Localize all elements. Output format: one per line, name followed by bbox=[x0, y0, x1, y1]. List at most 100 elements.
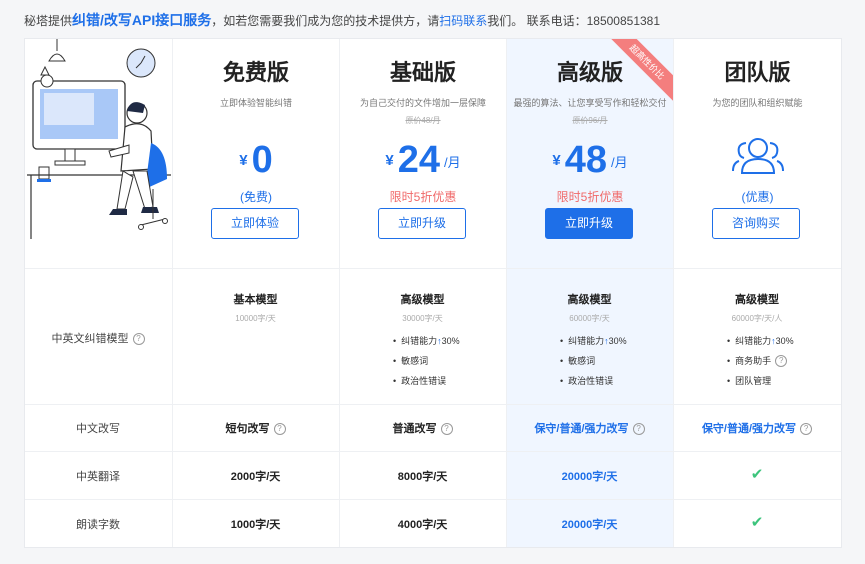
rewrite-text: 保守/普通/强力改写 bbox=[701, 423, 797, 435]
feature-text: 敏感词 bbox=[568, 356, 596, 366]
translate-value: 8000字/天 bbox=[397, 471, 448, 483]
feature-text: 团队管理 bbox=[735, 376, 772, 386]
cell-model-team: 高级模型 60000字/天/人 纠错能力↑30% 商务助手? 团队管理 bbox=[673, 268, 841, 404]
scan-contact-link[interactable]: 扫码联系 bbox=[439, 14, 487, 28]
model-quota: 60000字/天 bbox=[569, 314, 610, 323]
plan-desc: 为自己交付的文件增加一层保障 bbox=[359, 98, 486, 108]
model-name: 高级模型 bbox=[567, 294, 612, 306]
notice-highlight: 纠错/改写API接口服务 bbox=[72, 12, 212, 28]
discount-note: 限时5折优惠 bbox=[556, 190, 624, 204]
plan-title: 免费版 bbox=[222, 60, 289, 85]
cell-model-free: 基本模型 10000字/天 bbox=[172, 268, 339, 404]
help-icon[interactable]: ? bbox=[132, 333, 145, 345]
price-value: 48 bbox=[564, 139, 607, 181]
team-icon bbox=[732, 138, 784, 174]
plan-price: ¥0 bbox=[173, 139, 339, 182]
feature-item: 纠错能力↑30% bbox=[393, 334, 460, 347]
row-divider bbox=[25, 499, 841, 500]
plan-note: (优惠) bbox=[741, 190, 774, 204]
read-value: 1000字/天 bbox=[230, 519, 281, 531]
rewrite-value: 短句改写? bbox=[172, 420, 339, 436]
feature-boost: 30% bbox=[441, 336, 460, 346]
feature-item: 政治性错误 bbox=[393, 374, 446, 387]
plan-title: 高级版 bbox=[556, 60, 623, 85]
feature-item: 纠错能力↑30% bbox=[727, 334, 794, 347]
currency-symbol: ¥ bbox=[385, 152, 394, 169]
upgrade-basic-button[interactable]: 立即升级 bbox=[378, 208, 466, 239]
feature-text: 商务助手 bbox=[735, 356, 772, 366]
price-value: 24 bbox=[397, 139, 440, 181]
row-label-translate: 中英翻译 bbox=[76, 471, 120, 483]
row-label-rewrite: 中文改写 bbox=[76, 423, 120, 435]
plan-note: (免费) bbox=[240, 190, 272, 204]
model-name: 高级模型 bbox=[400, 294, 445, 306]
plan-price: ¥24/月 bbox=[340, 139, 506, 182]
model-quota: 10000字/天 bbox=[235, 314, 276, 323]
feature-boost: 30% bbox=[608, 336, 627, 346]
rewrite-text: 短句改写 bbox=[225, 423, 270, 435]
feature-item: 纠错能力↑30% bbox=[560, 334, 627, 347]
row-divider bbox=[25, 404, 841, 405]
read-value: 20000字/天 bbox=[561, 519, 618, 531]
feature-text: 纠错能力 bbox=[568, 336, 605, 346]
upgrade-advanced-button[interactable]: 立即升级 bbox=[545, 208, 633, 239]
translate-value: 2000字/天 bbox=[230, 471, 281, 483]
pricing-table: 免费版 立即体验智能纠错 ¥0 (免费) 立即体验 基础版 为自己交付的文件增加… bbox=[24, 38, 842, 548]
help-icon[interactable]: ? bbox=[632, 423, 645, 435]
feature-item: 团队管理 bbox=[727, 374, 771, 387]
workspace-illustration bbox=[27, 39, 171, 239]
rewrite-value: 保守/普通/强力改写? bbox=[673, 420, 841, 436]
notice-prefix: 秘塔提供 bbox=[24, 14, 73, 28]
help-icon[interactable]: ? bbox=[273, 423, 286, 435]
model-quota: 30000字/天 bbox=[402, 314, 443, 323]
rewrite-text: 保守/普通/强力改写 bbox=[534, 423, 629, 435]
read-value: 4000字/天 bbox=[397, 519, 448, 531]
plan-desc: 立即体验智能纠错 bbox=[219, 98, 292, 108]
notice-mid: ，如若您需要我们成为您的技术提供方，请 bbox=[211, 14, 440, 28]
feature-boost: 30% bbox=[775, 336, 794, 346]
feature-item: 政治性错误 bbox=[560, 374, 613, 387]
original-price: 原价96/月 bbox=[572, 116, 608, 125]
feature-item: 敏感词 bbox=[560, 354, 595, 367]
feature-text: 政治性错误 bbox=[568, 376, 614, 386]
feature-text: 纠错能力 bbox=[401, 336, 438, 346]
check-icon: ✔ bbox=[750, 466, 764, 483]
feature-item: 敏感词 bbox=[393, 354, 428, 367]
row-label-read: 朗读字数 bbox=[76, 519, 120, 531]
feature-text: 纠错能力 bbox=[735, 336, 772, 346]
rewrite-value: 普通改写? bbox=[339, 420, 506, 436]
plan-title: 基础版 bbox=[389, 60, 456, 85]
currency-symbol: ¥ bbox=[552, 152, 561, 169]
discount-note: 限时5折优惠 bbox=[389, 190, 457, 204]
model-name: 高级模型 bbox=[735, 294, 779, 306]
try-now-button[interactable]: 立即体验 bbox=[211, 208, 299, 239]
price-unit: /月 bbox=[611, 155, 628, 170]
row-label-text: 中英文纠错模型 bbox=[51, 333, 129, 345]
rewrite-text: 普通改写 bbox=[392, 423, 437, 435]
feature-text: 政治性错误 bbox=[401, 376, 447, 386]
feature-item: 商务助手? bbox=[727, 354, 788, 367]
original-price: 原价48/月 bbox=[405, 116, 441, 125]
plan-price: ¥48/月 bbox=[507, 139, 673, 182]
plan-desc: 为您的团队和组织赋能 bbox=[712, 98, 803, 108]
contact-notice: 秘塔提供纠错/改写API接口服务，如若您需要我们成为您的技术提供方，请扫码联系我… bbox=[24, 10, 660, 30]
help-icon[interactable]: ? bbox=[775, 355, 788, 367]
price-unit: /月 bbox=[444, 155, 461, 170]
help-icon[interactable]: ? bbox=[440, 423, 453, 435]
feature-text: 敏感词 bbox=[401, 356, 429, 366]
notice-suffix: 我们。 联系电话：18500851381 bbox=[487, 14, 661, 28]
plan-title: 团队版 bbox=[724, 60, 791, 85]
consult-buy-button[interactable]: 咨询购买 bbox=[712, 208, 800, 239]
cell-model-basic: 高级模型 30000字/天 纠错能力↑30% 敏感词 政治性错误 bbox=[339, 268, 506, 404]
help-icon[interactable]: ? bbox=[800, 423, 813, 435]
price-value: 0 bbox=[251, 139, 273, 181]
model-quota: 60000字/天/人 bbox=[731, 314, 783, 323]
rewrite-value: 保守/普通/强力改写? bbox=[506, 420, 673, 436]
translate-value: 20000字/天 bbox=[561, 471, 618, 483]
model-name: 基本模型 bbox=[233, 294, 278, 306]
check-icon: ✔ bbox=[750, 514, 764, 531]
row-divider bbox=[25, 451, 841, 452]
plan-desc: 最强的算法、让您享受写作和轻松交付 bbox=[513, 98, 667, 108]
cell-model-advanced: 高级模型 60000字/天 纠错能力↑30% 敏感词 政治性错误 bbox=[506, 268, 673, 404]
currency-symbol: ¥ bbox=[239, 152, 248, 169]
